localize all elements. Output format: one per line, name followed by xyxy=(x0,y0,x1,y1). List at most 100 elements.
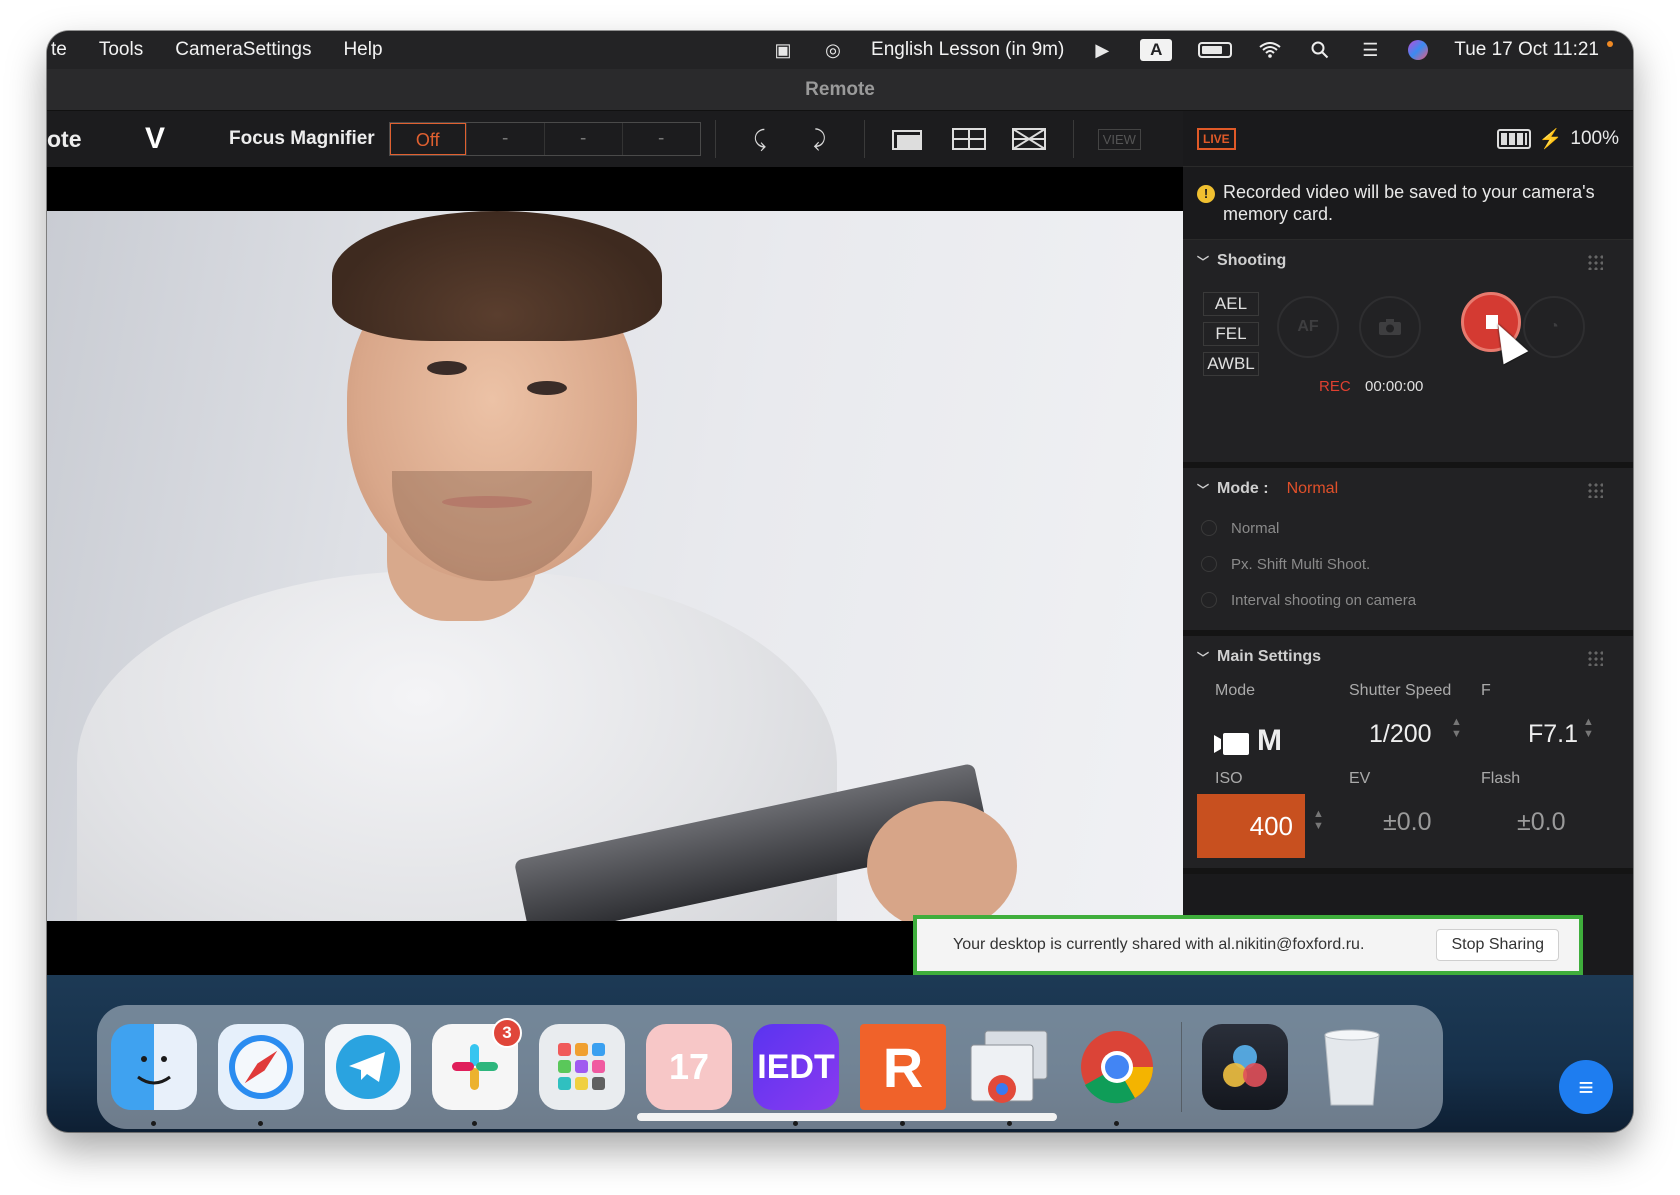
radio-icon[interactable] xyxy=(1201,592,1217,608)
main-settings-section: ﹀ Main Settings Mode Shutter Speed F M 1… xyxy=(1183,636,1633,874)
focus-magnifier-step-3[interactable]: - xyxy=(621,123,700,155)
menu-clock[interactable]: Tue 17 Oct 11:21 xyxy=(1454,39,1599,61)
telegram-icon[interactable] xyxy=(325,1024,411,1110)
search-icon[interactable] xyxy=(1308,40,1332,60)
menu-camera-settings[interactable]: CameraSettings xyxy=(175,39,311,61)
control-center-icon[interactable]: ☰ xyxy=(1358,40,1382,60)
stop-sharing-button[interactable]: Stop Sharing xyxy=(1436,929,1559,961)
mode-option-pixel-shift[interactable]: Px. Shift Multi Shoot. xyxy=(1201,546,1615,582)
mode-section-header[interactable]: ﹀ Mode : Normal xyxy=(1183,468,1633,510)
drag-handle-icon[interactable] xyxy=(1587,254,1603,270)
screen-record-icon[interactable]: ▣ xyxy=(771,40,795,60)
launchpad-icon[interactable] xyxy=(539,1024,625,1110)
focus-magnifier-label: Focus Magnifier xyxy=(229,128,375,149)
subject-hand xyxy=(867,801,1017,921)
creative-cloud-icon[interactable]: ◎ xyxy=(821,40,845,60)
subject-eye-right xyxy=(527,381,567,395)
davinci-resolve-icon[interactable] xyxy=(1202,1024,1288,1110)
exposure-mode-value[interactable]: M xyxy=(1257,724,1282,758)
camera-battery-icon xyxy=(1496,128,1531,149)
play-icon[interactable]: ▶ xyxy=(1090,40,1114,60)
lock-buttons: AEL FEL AWBL xyxy=(1203,292,1259,376)
view-icon[interactable]: VIEW xyxy=(1097,128,1141,150)
running-indicator xyxy=(900,1121,905,1126)
r-app-icon[interactable]: R xyxy=(860,1024,946,1126)
shutter-stepper-icon[interactable]: ▲ ▼ xyxy=(1451,716,1462,740)
guide-overlay-icon[interactable] xyxy=(1009,122,1049,156)
chat-menu-icon[interactable]: ≡ xyxy=(1559,1060,1613,1114)
rotate-left-icon[interactable]: ⤹ xyxy=(740,122,780,156)
live-badge: LIVE xyxy=(1197,127,1236,150)
trash-icon[interactable] xyxy=(1309,1024,1395,1110)
aperture-label: F xyxy=(1481,682,1491,699)
chevron-down-icon: ﹀ xyxy=(1197,482,1210,497)
fel-button[interactable]: FEL xyxy=(1203,322,1259,346)
focus-magnifier-off-button[interactable]: Off xyxy=(389,123,466,155)
finder-icon[interactable] xyxy=(111,1024,197,1126)
menu-bar-status: ▣ ◎ English Lesson (in 9m) ▶ A ☰ Tue 17 … xyxy=(771,31,1613,69)
radio-icon[interactable] xyxy=(1201,556,1217,572)
wifi-icon[interactable] xyxy=(1258,40,1282,60)
siri-icon[interactable] xyxy=(1408,40,1429,60)
radio-icon[interactable] xyxy=(1201,520,1217,536)
shooting-controls: AEL FEL AWBL AF ◔ REC 00:00:00 xyxy=(1183,282,1633,462)
rec-timer: 00:00:00 xyxy=(1365,378,1424,395)
af-button[interactable]: AF xyxy=(1277,296,1339,358)
dock: 3 17 IEDT R xyxy=(97,1005,1443,1129)
screen-share-banner: Your desktop is currently shared with al… xyxy=(913,915,1583,975)
chrome-apps-icon[interactable] xyxy=(967,1024,1053,1126)
running-indicator xyxy=(472,1121,477,1126)
slack-badge: 3 xyxy=(492,1018,522,1048)
frame-overlay-icon[interactable] xyxy=(889,122,929,156)
r-label: R xyxy=(882,1035,924,1099)
mode-option-interval[interactable]: Interval shooting on camera xyxy=(1201,582,1615,618)
ael-button[interactable]: AEL xyxy=(1203,292,1259,316)
shutter-button[interactable] xyxy=(1359,296,1421,358)
subject-eye-left xyxy=(427,361,467,375)
running-indicator xyxy=(1114,1121,1119,1126)
awbl-button[interactable]: AWBL xyxy=(1203,352,1259,376)
shutter-speed-value[interactable]: 1/200 xyxy=(1369,720,1432,749)
focus-magnifier-step-2[interactable]: - xyxy=(543,123,622,155)
menu-event[interactable]: English Lesson (in 9m) xyxy=(871,39,1064,61)
ev-value[interactable]: ±0.0 xyxy=(1383,808,1431,837)
calendar-icon[interactable]: 17 xyxy=(646,1024,732,1110)
dock-separator xyxy=(1181,1022,1182,1112)
iso-stepper-icon[interactable]: ▲ ▼ xyxy=(1313,808,1324,832)
self-timer-button[interactable]: ◔ xyxy=(1523,296,1585,358)
chevron-down-icon: ﹀ xyxy=(1197,650,1210,665)
shooting-section-header[interactable]: ﹀ Shooting xyxy=(1183,240,1633,282)
main-settings-header[interactable]: ﹀ Main Settings xyxy=(1183,636,1633,678)
iedt-label: IEDT xyxy=(757,1047,835,1086)
safari-icon[interactable] xyxy=(218,1024,304,1126)
flash-value[interactable]: ±0.0 xyxy=(1517,808,1565,837)
mode-options: Normal Px. Shift Multi Shoot. Interval s… xyxy=(1183,510,1633,630)
battery-icon[interactable] xyxy=(1198,42,1233,58)
app-name-fragment: ote xyxy=(47,125,82,152)
subject-hair xyxy=(332,211,662,341)
iedt-app-icon[interactable]: IEDT xyxy=(753,1024,839,1126)
subject-mouth xyxy=(442,496,532,508)
input-source-icon[interactable]: A xyxy=(1140,39,1173,61)
chrome-icon[interactable] xyxy=(1074,1024,1160,1126)
slack-icon[interactable]: 3 xyxy=(432,1018,522,1126)
camera-battery-level: 100% xyxy=(1570,127,1619,149)
aperture-value[interactable]: F7.1 xyxy=(1528,720,1578,749)
iso-value[interactable]: 400 xyxy=(1197,794,1305,858)
panel-status-bar: LIVE ⚡ 100% xyxy=(1183,111,1633,167)
menu-app-name[interactable]: te xyxy=(51,39,67,61)
rec-indicator: REC xyxy=(1319,378,1351,395)
rotate-right-icon[interactable]: ⤸ xyxy=(800,122,840,156)
drag-handle-icon[interactable] xyxy=(1587,650,1603,666)
menu-help[interactable]: Help xyxy=(343,39,382,61)
mode-option-normal[interactable]: Normal xyxy=(1201,510,1615,546)
grid-overlay-icon[interactable] xyxy=(949,122,989,156)
focus-magnifier-step-1[interactable]: - xyxy=(465,123,544,155)
menu-tools[interactable]: Tools xyxy=(99,39,143,61)
ev-label: EV xyxy=(1349,770,1371,787)
main-settings-title: Main Settings xyxy=(1217,648,1322,665)
running-indicator xyxy=(151,1121,156,1126)
aperture-stepper-icon[interactable]: ▲ ▼ xyxy=(1583,716,1594,740)
toolbar-divider xyxy=(863,120,865,158)
drag-handle-icon[interactable] xyxy=(1587,482,1603,498)
